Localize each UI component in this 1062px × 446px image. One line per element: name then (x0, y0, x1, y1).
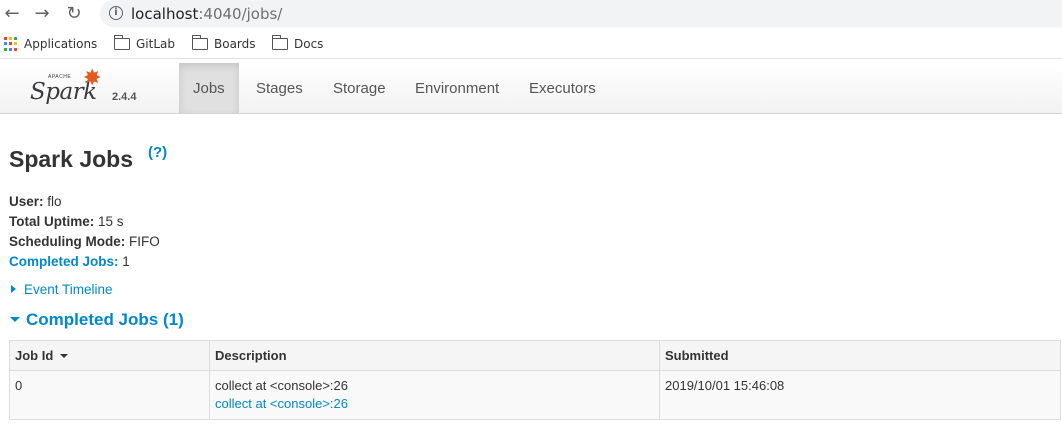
column-submitted[interactable]: Submitted (659, 340, 1061, 371)
spark-navbar: APACHE Spark ✸ 2.4.4 Jobs Stages Storage… (0, 63, 1062, 114)
uptime-label: Total Uptime: (9, 214, 95, 229)
summary-uptime: Total Uptime: 15 s (9, 212, 160, 232)
uptime-value: 15 s (98, 214, 124, 229)
help-link-wrapper: (?) (148, 144, 167, 161)
cell-description: collect at <console>:26 collect at <cons… (209, 370, 660, 420)
summary-user: User: flo (9, 192, 160, 212)
sort-down-icon (60, 354, 69, 358)
completed-jobs-heading: Completed Jobs (1) (26, 310, 184, 329)
url-host: localhost (131, 5, 199, 23)
bookmark-label: GitLab (136, 37, 175, 51)
bookmark-applications[interactable]: Applications (4, 37, 97, 51)
bookmark-label: Boards (214, 37, 256, 51)
event-timeline-toggle[interactable]: Event Timeline (11, 282, 113, 297)
folder-icon (113, 35, 130, 50)
spark-logo[interactable]: APACHE Spark ✸ (28, 66, 140, 110)
help-link[interactable]: (?) (148, 144, 167, 161)
summary-completed: Completed Jobs: 1 (9, 252, 160, 272)
bookmark-gitlab[interactable]: GitLab (113, 35, 175, 51)
spark-star-icon: ✸ (83, 66, 102, 91)
bookmark-docs[interactable]: Docs (271, 35, 324, 51)
completed-jobs-table: Job Id Description Submitted 0 collect a… (9, 340, 1061, 420)
column-job-id[interactable]: Job Id (9, 340, 210, 371)
description-link[interactable]: collect at <console>:26 (215, 396, 654, 411)
tab-environment[interactable]: Environment (401, 63, 513, 113)
bookmarks-bar: Applications GitLab Boards Docs (0, 31, 1062, 59)
completed-value: 1 (122, 254, 130, 269)
address-bar[interactable]: i localhost:4040/jobs/ (100, 0, 1062, 27)
tab-executors[interactable]: Executors (515, 63, 610, 113)
back-arrow-icon[interactable]: ← (1, 3, 23, 25)
summary-mode: Scheduling Mode: FIFO (9, 232, 160, 252)
tab-storage[interactable]: Storage (319, 63, 400, 113)
forward-arrow-icon[interactable]: → (31, 3, 53, 25)
folder-icon (191, 35, 208, 50)
completed-jobs-toggle[interactable]: Completed Jobs (1) (10, 310, 184, 330)
cell-job-id: 0 (9, 370, 210, 420)
job-summary: User: flo Total Uptime: 15 s Scheduling … (9, 192, 160, 272)
collapse-arrow-icon (10, 317, 20, 322)
user-label: User: (9, 194, 44, 209)
url-text[interactable]: localhost:4040/jobs/ (131, 5, 282, 23)
tab-stages[interactable]: Stages (242, 63, 317, 113)
completed-jobs-link[interactable]: Completed Jobs: (9, 254, 119, 269)
mode-value: FIFO (129, 234, 160, 249)
event-timeline-label: Event Timeline (24, 282, 113, 297)
column-label: Submitted (665, 348, 729, 363)
page-title: Spark Jobs (9, 146, 133, 172)
url-path: :4040/jobs/ (198, 5, 283, 23)
bookmark-label: Docs (294, 37, 324, 51)
user-value: flo (47, 194, 62, 209)
column-description[interactable]: Description (209, 340, 660, 371)
bookmark-label: Applications (24, 37, 98, 51)
column-label: Description (215, 348, 287, 363)
tab-jobs[interactable]: Jobs (179, 63, 239, 113)
table-header-row: Job Id Description Submitted (9, 340, 1061, 371)
table-row: 0 collect at <console>:26 collect at <co… (9, 370, 1061, 420)
bookmark-boards[interactable]: Boards (191, 35, 256, 51)
expand-arrow-icon (11, 285, 16, 293)
column-label: Job Id (15, 348, 54, 363)
browser-toolbar: ← → ↻ i localhost:4040/jobs/ (0, 0, 1062, 28)
apps-grid-icon (4, 37, 18, 51)
mode-label: Scheduling Mode: (9, 234, 126, 249)
spark-version: 2.4.4 (112, 91, 137, 103)
folder-icon (271, 35, 288, 50)
description-text: collect at <console>:26 (215, 378, 348, 393)
reload-icon[interactable]: ↻ (63, 3, 85, 25)
info-icon[interactable]: i (109, 6, 123, 20)
cell-submitted: 2019/10/01 15:46:08 (659, 370, 1061, 420)
